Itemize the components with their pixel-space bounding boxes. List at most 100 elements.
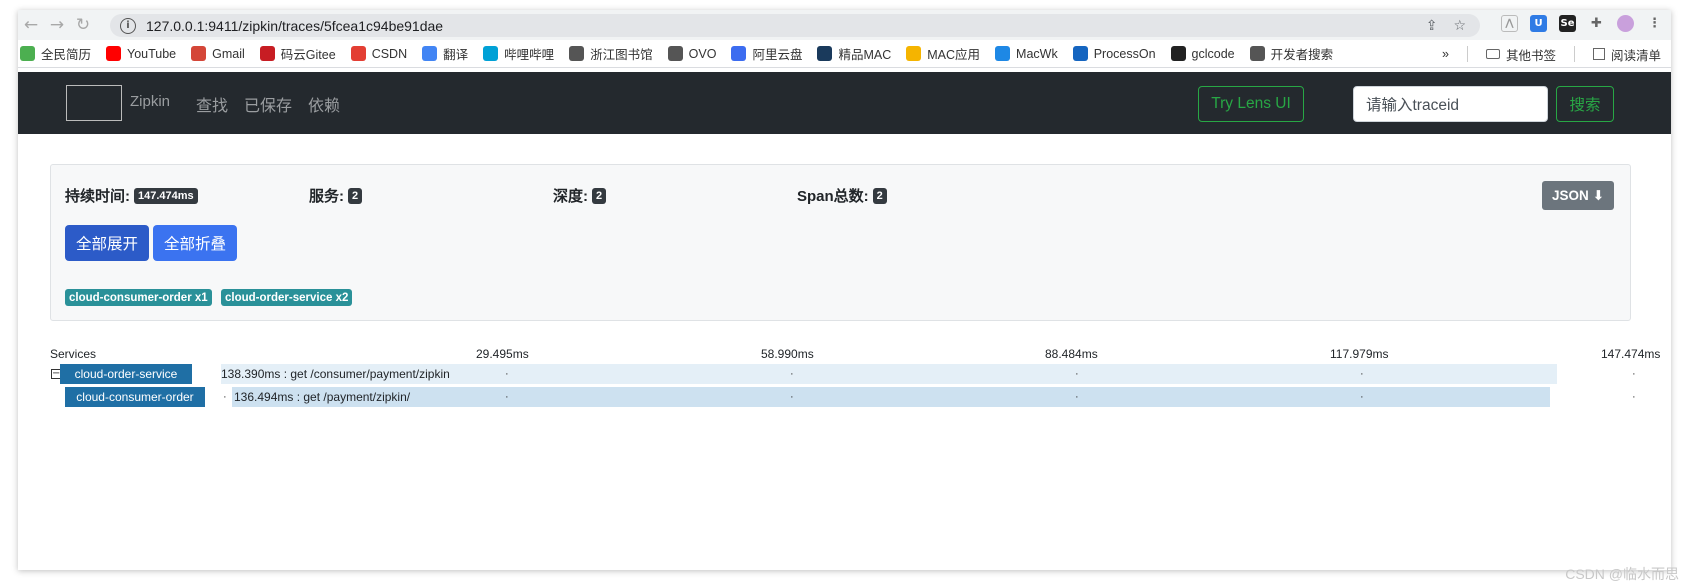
- duration-stat: 持续时间: 147.474ms: [65, 185, 198, 206]
- service-badge-order-service[interactable]: cloud-order-service x2: [221, 289, 353, 306]
- bilibili-icon: [483, 46, 499, 61]
- bookmark-item[interactable]: 开发者搜索: [1249, 44, 1333, 63]
- puzzle-icon[interactable]: ✚: [1588, 15, 1605, 32]
- bookmark-item[interactable]: Gmail: [191, 46, 245, 61]
- zipkin-logo-image[interactable]: [66, 85, 122, 121]
- translate-icon: [422, 46, 438, 61]
- gmail-icon: [191, 46, 207, 61]
- extension-a-icon[interactable]: ⋀: [1501, 15, 1518, 32]
- bookmark-item[interactable]: 浙江图书馆: [569, 44, 653, 63]
- bookmark-star-icon[interactable]: ☆: [1453, 18, 1466, 34]
- span-service-label[interactable]: cloud-consumer-order: [65, 387, 205, 407]
- extension-u-icon[interactable]: U: [1530, 15, 1547, 32]
- address-bar-row: ← → ↻ i 127.0.0.1:9411/zipkin/traces/5fc…: [18, 10, 1671, 40]
- json-button-label: JSON: [1551, 188, 1589, 203]
- try-lens-ui-button[interactable]: Try Lens UI: [1198, 86, 1304, 122]
- bookmark-item[interactable]: gclcode: [1170, 46, 1235, 61]
- json-download-button[interactable]: JSON ⬇: [1542, 181, 1614, 210]
- bookmark-item[interactable]: ProcessOn: [1072, 46, 1156, 61]
- service-badge-consumer-order[interactable]: cloud-consumer-order x1: [65, 289, 212, 306]
- bookmark-item[interactable]: 精品MAC: [817, 44, 891, 63]
- reload-icon[interactable]: ↻: [70, 12, 96, 38]
- zipkin-brand[interactable]: Zipkin: [130, 93, 170, 110]
- profile-avatar[interactable]: [1617, 15, 1634, 32]
- site-info-icon[interactable]: i: [120, 17, 136, 34]
- span-description: 136.494ms : get /payment/zipkin/: [234, 390, 411, 404]
- bookmark-label: ProcessOn: [1093, 46, 1156, 61]
- bookmark-label: MAC应用: [927, 48, 981, 62]
- forward-icon[interactable]: →: [44, 12, 70, 38]
- youtube-icon: [106, 46, 122, 61]
- span-bar-row-2[interactable]: [232, 387, 1550, 407]
- bookmark-item[interactable]: YouTube: [106, 46, 176, 61]
- tick-label: 29.495ms: [476, 347, 529, 361]
- span-service-label[interactable]: cloud-order-service: [60, 364, 192, 384]
- bookmark-label: gclcode: [1191, 46, 1235, 61]
- bookmark-label: MacWk: [1016, 46, 1058, 61]
- services-stat: 服务: 2: [309, 185, 363, 206]
- traceid-input[interactable]: 请输入traceid: [1353, 86, 1548, 122]
- duration-label: 持续时间:: [65, 188, 130, 205]
- bookmark-item[interactable]: 翻译: [422, 44, 468, 63]
- globe-icon: [569, 46, 585, 61]
- tick-dot: ·: [1075, 391, 1079, 403]
- extension-se-icon[interactable]: Se: [1559, 15, 1576, 32]
- watermark: CSDN @临水而思: [1565, 566, 1679, 582]
- span-count-label: Span总数:: [797, 188, 869, 205]
- url-text[interactable]: 127.0.0.1:9411/zipkin/traces/5fcea1c94be…: [146, 18, 443, 34]
- more-bookmarks-icon[interactable]: »: [1442, 47, 1449, 61]
- search-button[interactable]: 搜索: [1556, 86, 1614, 122]
- depth-badge: 2: [592, 187, 607, 204]
- processon-icon: [1072, 46, 1088, 61]
- bookmark-item[interactable]: 阿里云盘: [731, 44, 802, 63]
- bookmark-item[interactable]: 码云Gitee: [259, 44, 336, 63]
- bookmark-label: 码云Gitee: [280, 48, 336, 62]
- back-icon[interactable]: ←: [18, 12, 44, 38]
- duration-badge: 147.474ms: [134, 187, 198, 204]
- github-icon: [1170, 46, 1186, 61]
- kebab-menu-icon[interactable]: ⋮: [1646, 15, 1663, 32]
- divider: [1573, 46, 1575, 62]
- bookmarks-bar: 全民简历 YouTube Gmail 码云Gitee CSDN 翻译 哔哩哔哩 浙江图书馆 OV…: [18, 40, 1671, 68]
- other-bookmarks-folder[interactable]: 其他书签: [1485, 45, 1556, 64]
- bookmark-item[interactable]: 全民简历: [20, 44, 91, 63]
- bookmark-item[interactable]: CSDN: [350, 46, 408, 61]
- bookmark-label: YouTube: [127, 46, 177, 61]
- bookmark-item[interactable]: MacWk: [995, 46, 1058, 61]
- bookmark-item[interactable]: 哔哩哔哩: [483, 44, 554, 63]
- globe-icon: [1249, 46, 1265, 61]
- divider: [1466, 46, 1468, 62]
- aliyun-drive-icon: [731, 46, 747, 61]
- share-icon[interactable]: ⇪: [1426, 18, 1438, 34]
- span-count-badge: 2: [872, 187, 887, 204]
- expand-all-button[interactable]: 全部展开: [65, 225, 149, 261]
- nav-link-find[interactable]: 查找: [196, 92, 228, 116]
- bookmark-label: OVO: [688, 46, 717, 61]
- depth-stat: 深度: 2: [553, 185, 607, 206]
- bookmark-item[interactable]: MAC应用: [906, 44, 980, 63]
- nav-link-saved[interactable]: 已保存: [244, 92, 292, 116]
- browser-window: ← → ↻ i 127.0.0.1:9411/zipkin/traces/5fc…: [18, 10, 1671, 570]
- tick-label: 88.484ms: [1045, 347, 1098, 361]
- tick-label: 58.990ms: [761, 347, 814, 361]
- bookmark-label: 哔哩哔哩: [504, 48, 555, 62]
- collapse-all-button[interactable]: 全部折叠: [153, 225, 237, 261]
- globe-icon: [667, 46, 683, 61]
- other-bookmarks-label: 其他书签: [1505, 48, 1556, 63]
- reading-list[interactable]: 阅读清单: [1592, 45, 1661, 64]
- services-label: 服务:: [309, 188, 344, 205]
- bookmark-item[interactable]: OVO: [667, 46, 717, 61]
- omnibox[interactable]: i 127.0.0.1:9411/zipkin/traces/5fcea1c94…: [110, 14, 1480, 37]
- pineapple-icon: [906, 46, 922, 61]
- tick-dot: ·: [790, 368, 794, 380]
- nav-link-dependencies[interactable]: 依赖: [308, 92, 340, 116]
- trace-summary-card: 持续时间: 147.474ms 服务: 2 深度: 2 Span总数: 2 JS…: [50, 164, 1631, 321]
- services-header: Services: [50, 347, 97, 361]
- reading-list-label: 阅读清单: [1610, 48, 1661, 63]
- tick-dot: ·: [223, 391, 227, 403]
- tick-dot: ·: [790, 391, 794, 403]
- bookmark-label: 翻译: [443, 48, 469, 62]
- bookmark-label: 全民简历: [41, 48, 92, 62]
- bookmark-label: CSDN: [371, 46, 408, 61]
- tick-label: 117.979ms: [1330, 347, 1389, 361]
